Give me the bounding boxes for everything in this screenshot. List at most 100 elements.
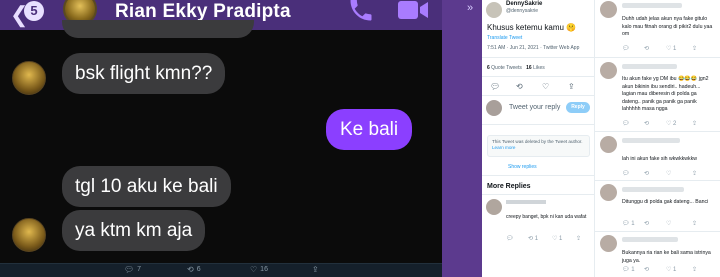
share-icon: ⇪	[312, 265, 319, 274]
retweet-action[interactable]: ⟲ 6	[187, 265, 201, 274]
reply-actions: 💬︎ ⟲ 1 ♡ 1 ⇪	[506, 235, 590, 243]
retweet-count: 1	[534, 236, 539, 242]
replies-panel: Duhh udah jelas akun nya fake gitulo kal…	[595, 0, 720, 277]
tweet-text: Khusus ketemu kamu 🤫	[487, 23, 577, 32]
reply-author-name-blurred[interactable]	[506, 200, 546, 204]
reply-actions: 💬︎ 1 ⟲ ♡ ⇪	[622, 220, 712, 228]
retweet-icon[interactable]: ⟲	[516, 82, 523, 91]
likes-count[interactable]: 16	[526, 65, 532, 71]
cropped-message-bubble	[62, 20, 254, 38]
heart-icon[interactable]: ♡	[666, 170, 671, 177]
retweet-icon[interactable]: ⟲	[644, 120, 649, 127]
reply-actions: 💬︎ ⟲ ♡ ⇪	[622, 170, 712, 178]
heart-icon[interactable]: ♡	[666, 220, 671, 227]
share-icon[interactable]: ⇪	[692, 170, 697, 177]
like-action[interactable]: ♡ 16	[250, 265, 268, 274]
reply-text: lah ini akun fake sih wkwkkwkkw	[622, 156, 697, 162]
reply-count: 7	[137, 266, 142, 273]
reply-author-name-blurred[interactable]	[622, 3, 682, 8]
like-count: 1	[559, 236, 563, 242]
unread-count-badge: 5	[24, 1, 44, 21]
reply-input[interactable]: Tweet your reply	[509, 104, 560, 111]
more-replies-heading: More Replies	[487, 183, 531, 190]
heart-icon[interactable]: ♡ 2	[666, 120, 676, 127]
author-avatar[interactable]	[486, 2, 502, 18]
retweet-icon[interactable]: ⟲	[644, 170, 649, 177]
quote-label[interactable]: Quote Tweets	[491, 65, 522, 71]
retweet-icon[interactable]: ⟲ 1	[528, 235, 538, 242]
phone-call-icon[interactable]	[347, 0, 375, 24]
share-action[interactable]: ⇪	[312, 265, 319, 274]
message-bubble-received: tgl 10 aku ke bali	[62, 166, 231, 207]
reply-author-name-blurred[interactable]	[622, 64, 677, 69]
deleted-tweet-notice: This Tweet was deleted by the Tweet auth…	[487, 135, 590, 157]
author-name[interactable]: DennySakrie	[506, 1, 542, 7]
divider	[595, 180, 720, 181]
share-icon[interactable]: ⇪	[692, 266, 697, 273]
chat-screenshot[interactable]: ❮ 5 Rian Ekky Pradipta bsk flight kmn?? …	[0, 0, 442, 263]
retweet-icon: ⟲	[187, 265, 194, 274]
divider	[482, 76, 594, 77]
reply-author-avatar[interactable]	[600, 235, 617, 252]
reply-author-name-blurred[interactable]	[622, 187, 684, 192]
reply-icon[interactable]: 💬︎	[622, 45, 630, 52]
tweet-action-bar: 💬︎ 7 ⟲ 6 ♡ 16 ⇪	[0, 263, 442, 277]
like-count: 1	[673, 267, 677, 273]
reply-action[interactable]: 💬︎ 7	[124, 265, 141, 274]
reply-author-avatar[interactable]	[600, 62, 617, 79]
current-user-avatar	[486, 100, 502, 116]
reply-author-avatar[interactable]	[600, 184, 617, 201]
screenshot-stage: ❮ 5 Rian Ekky Pradipta bsk flight kmn?? …	[0, 0, 720, 277]
reply-text: Bukannya ria rian ke bali sama istrinya …	[622, 250, 711, 264]
heart-icon[interactable]: ♡ 1	[666, 45, 676, 52]
quote-count[interactable]: 6	[487, 65, 490, 71]
divider	[595, 57, 720, 58]
like-count: 1	[673, 46, 677, 52]
retweet-icon[interactable]: ⟲	[644, 220, 649, 227]
divider	[595, 131, 720, 132]
learn-more-link[interactable]: Learn more	[492, 145, 516, 150]
reply-author-avatar[interactable]	[600, 136, 617, 153]
divider	[482, 95, 594, 96]
message-bubble-received: ya ktm km aja	[62, 210, 206, 251]
sidebar-divider	[442, 0, 482, 277]
retweet-icon[interactable]: ⟲	[644, 45, 649, 52]
author-handle[interactable]: @dennysakrie	[506, 8, 538, 14]
share-icon[interactable]: ⇪	[692, 220, 697, 227]
reply-actions: 💬︎ 1 ⟲ ♡ 1 ⇪	[622, 266, 712, 274]
divider	[482, 57, 594, 58]
tweet-actions: 💬︎ ⟲ ♡ ⇪	[490, 82, 590, 92]
reply-icon[interactable]: 💬︎ 1	[622, 266, 635, 273]
reply-icon[interactable]: 💬︎	[622, 170, 630, 177]
reply-author-name-blurred[interactable]	[622, 138, 680, 143]
reply-author-name-blurred[interactable]	[622, 237, 678, 242]
reply-actions: 💬︎ ⟲ ♡ 1 ⇪	[622, 45, 712, 53]
reply-author-avatar[interactable]	[600, 1, 617, 18]
likes-label[interactable]: Likes	[533, 65, 545, 71]
translate-tweet-link[interactable]: Translate Tweet	[487, 35, 522, 41]
share-icon[interactable]: ⇪	[576, 235, 581, 242]
reply-button[interactable]: Reply	[566, 102, 590, 113]
share-icon[interactable]: ⇪	[692, 120, 697, 127]
contact-avatar-small	[12, 61, 46, 95]
collapse-sidebar-icon[interactable]: »	[467, 2, 473, 14]
heart-icon[interactable]: ♡	[542, 82, 549, 91]
tweet-timestamp[interactable]: 7:51 AM · Jun 21, 2021 · Twitter Web App	[487, 45, 579, 51]
show-replies-link[interactable]: Show replies	[508, 164, 537, 170]
heart-icon[interactable]: ♡ 1	[552, 235, 562, 242]
retweet-icon[interactable]: ⟲	[644, 266, 649, 273]
reply-count: 1	[631, 267, 635, 273]
reply-icon[interactable]: 💬︎	[622, 120, 630, 127]
reply-actions: 💬︎ ⟲ ♡ 2 ⇪	[622, 120, 712, 128]
divider	[482, 124, 594, 125]
divider	[482, 194, 594, 195]
share-icon[interactable]: ⇪	[568, 82, 575, 91]
like-count: 2	[673, 121, 677, 127]
reply-icon[interactable]: 💬︎ 1	[622, 220, 635, 227]
reply-icon[interactable]: 💬︎	[490, 82, 500, 91]
reply-icon[interactable]: 💬︎	[506, 235, 514, 242]
reply-author-avatar[interactable]	[486, 199, 502, 215]
video-call-icon[interactable]	[397, 0, 429, 22]
share-icon[interactable]: ⇪	[692, 45, 697, 52]
heart-icon[interactable]: ♡ 1	[666, 266, 676, 273]
